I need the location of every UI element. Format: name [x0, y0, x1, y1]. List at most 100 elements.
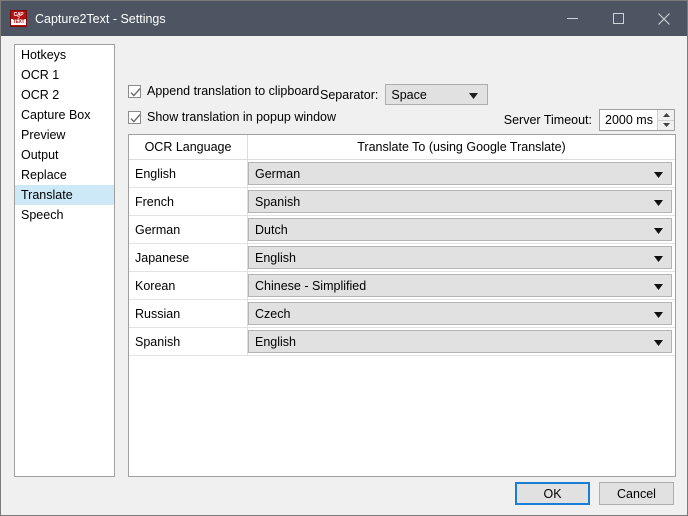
separator-select[interactable]: Space	[385, 84, 488, 105]
translation-table: OCR Language Translate To (using Google …	[128, 134, 676, 477]
title-bar: CAP 2 TEXT Capture2Text - Settings	[1, 1, 687, 36]
settings-window: CAP 2 TEXT Capture2Text - Settings	[0, 0, 688, 516]
chevron-down-icon	[663, 123, 670, 127]
table-row: English German	[129, 160, 675, 188]
target-language-select[interactable]: Dutch	[248, 218, 672, 241]
dialog-buttons: OK Cancel	[515, 482, 674, 505]
cell-ocr-language: Russian	[129, 300, 248, 327]
table-row: Russian Czech	[129, 300, 675, 328]
show-in-popup-checkbox[interactable]: Show translation in popup window	[128, 110, 336, 124]
chevron-down-icon	[654, 165, 663, 183]
target-language-select[interactable]: German	[248, 162, 672, 185]
target-language-value: Chinese - Simplified	[255, 279, 366, 293]
target-language-value: Spanish	[255, 195, 300, 209]
sidebar-item-capture-box[interactable]: Capture Box	[15, 105, 114, 125]
cell-ocr-language: German	[129, 216, 248, 243]
append-to-clipboard-label: Append translation to clipboard	[147, 84, 319, 98]
server-timeout-label: Server Timeout:	[504, 113, 592, 127]
sidebar-item-ocr-2[interactable]: OCR 2	[15, 85, 114, 105]
table-header-row: OCR Language Translate To (using Google …	[129, 135, 675, 160]
app-icon-text-bottom: TEXT	[11, 19, 26, 25]
target-language-select[interactable]: English	[248, 246, 672, 269]
table-row: Korean Chinese - Simplified	[129, 272, 675, 300]
sidebar-item-label: Capture Box	[21, 108, 90, 122]
window-title: Capture2Text - Settings	[35, 12, 166, 26]
sidebar-item-label: Preview	[21, 128, 65, 142]
checkmark-icon	[130, 87, 141, 98]
minimize-button[interactable]	[549, 1, 595, 36]
server-timeout-stepper[interactable]: 2000 ms	[599, 109, 675, 131]
checkbox-box	[128, 85, 141, 98]
sidebar-item-label: Speech	[21, 208, 63, 222]
sidebar-item-label: OCR 2	[21, 88, 59, 102]
cell-ocr-language: French	[129, 188, 248, 215]
app-icon: CAP 2 TEXT	[10, 10, 27, 27]
category-list[interactable]: Hotkeys OCR 1 OCR 2 Capture Box Preview …	[14, 44, 115, 477]
target-language-select[interactable]: English	[248, 330, 672, 353]
chevron-down-icon	[654, 277, 663, 295]
minimize-icon	[567, 13, 578, 24]
close-button[interactable]	[641, 1, 687, 36]
sidebar-item-label: Replace	[21, 168, 67, 182]
cell-ocr-language: Japanese	[129, 244, 248, 271]
column-header-translate-to: Translate To (using Google Translate)	[248, 135, 675, 159]
server-timeout-value[interactable]: 2000 ms	[600, 110, 657, 130]
sidebar-item-label: Hotkeys	[21, 48, 66, 62]
cell-translate-to: Dutch	[248, 216, 675, 243]
stepper-buttons	[657, 110, 674, 130]
client-area: Hotkeys OCR 1 OCR 2 Capture Box Preview …	[1, 36, 687, 515]
target-language-value: German	[255, 167, 300, 181]
cell-ocr-language: English	[129, 160, 248, 187]
separator-value: Space	[391, 88, 426, 102]
maximize-button[interactable]	[595, 1, 641, 36]
chevron-down-icon	[654, 193, 663, 211]
sidebar-item-speech[interactable]: Speech	[15, 205, 114, 225]
stepper-increment-button[interactable]	[658, 110, 674, 121]
chevron-down-icon	[469, 86, 478, 104]
target-language-value: English	[255, 335, 296, 349]
show-in-popup-label: Show translation in popup window	[147, 110, 336, 124]
chevron-down-icon	[654, 249, 663, 267]
chevron-down-icon	[654, 221, 663, 239]
cell-translate-to: English	[248, 328, 675, 355]
stepper-decrement-button[interactable]	[658, 121, 674, 131]
sidebar-item-output[interactable]: Output	[15, 145, 114, 165]
cell-translate-to: Spanish	[248, 188, 675, 215]
cell-ocr-language: Korean	[129, 272, 248, 299]
target-language-select[interactable]: Czech	[248, 302, 672, 325]
separator-label: Separator:	[320, 88, 378, 102]
checkmark-icon	[130, 113, 141, 124]
chevron-down-icon	[654, 333, 663, 351]
sidebar-item-hotkeys[interactable]: Hotkeys	[15, 45, 114, 65]
checkbox-box	[128, 111, 141, 124]
table-row: French Spanish	[129, 188, 675, 216]
target-language-value: English	[255, 251, 296, 265]
target-language-value: Czech	[255, 307, 290, 321]
separator-group: Separator: Space	[320, 84, 488, 105]
target-language-select[interactable]: Chinese - Simplified	[248, 274, 672, 297]
table-row: Japanese English	[129, 244, 675, 272]
chevron-down-icon	[654, 305, 663, 323]
sidebar-item-translate[interactable]: Translate	[15, 185, 114, 205]
caption-buttons	[549, 1, 687, 36]
column-header-ocr-language: OCR Language	[129, 135, 248, 159]
cell-ocr-language: Spanish	[129, 328, 248, 355]
sidebar-item-label: Translate	[21, 188, 73, 202]
append-to-clipboard-checkbox[interactable]: Append translation to clipboard	[128, 84, 319, 98]
cell-translate-to: Chinese - Simplified	[248, 272, 675, 299]
chevron-up-icon	[663, 113, 670, 117]
server-timeout-group: Server Timeout: 2000 ms	[504, 109, 675, 131]
sidebar-item-label: Output	[21, 148, 59, 162]
target-language-value: Dutch	[255, 223, 288, 237]
ok-button[interactable]: OK	[515, 482, 590, 505]
sidebar-item-replace[interactable]: Replace	[15, 165, 114, 185]
cell-translate-to: German	[248, 160, 675, 187]
table-row: German Dutch	[129, 216, 675, 244]
sidebar-item-preview[interactable]: Preview	[15, 125, 114, 145]
close-icon	[658, 13, 670, 25]
target-language-select[interactable]: Spanish	[248, 190, 672, 213]
cell-translate-to: Czech	[248, 300, 675, 327]
cell-translate-to: English	[248, 244, 675, 271]
cancel-button[interactable]: Cancel	[599, 482, 674, 505]
sidebar-item-ocr-1[interactable]: OCR 1	[15, 65, 114, 85]
